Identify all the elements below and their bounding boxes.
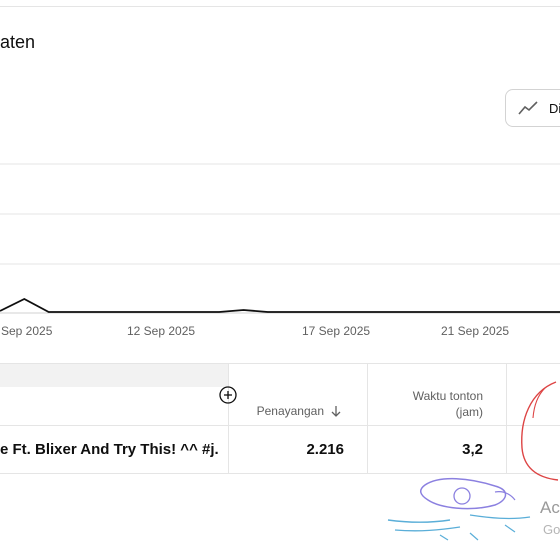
line-chart-icon <box>518 101 538 115</box>
plus-circle-icon[interactable] <box>219 386 237 404</box>
overlay-subtext: Go <box>543 522 560 537</box>
x-tick-label: 17 Sep 2025 <box>302 324 370 338</box>
column-divider <box>367 363 368 473</box>
series-line <box>0 297 560 313</box>
chart-type-label: Di <box>549 101 560 116</box>
views-line-chart: Sep 2025 12 Sep 2025 17 Sep 2025 21 Sep … <box>0 163 560 338</box>
table-title-bar <box>0 363 228 387</box>
x-tick-label: Sep 2025 <box>1 324 53 338</box>
section-title: aten <box>0 32 36 52</box>
column-header-views-label: Penayangan <box>256 404 324 418</box>
column-header-views[interactable]: Penayangan <box>238 403 342 419</box>
video-title[interactable]: e Ft. Blixer And Try This! ^^ #j... <box>0 441 218 458</box>
arrow-down-icon <box>331 406 341 417</box>
top-divider <box>0 6 560 7</box>
scribble-overlay <box>387 381 559 541</box>
column-divider <box>228 363 229 473</box>
chart-type-button[interactable]: Di <box>505 89 560 127</box>
x-tick-label: 12 Sep 2025 <box>127 324 195 338</box>
table-top-border <box>0 363 560 364</box>
overlay-text: Ac <box>540 498 560 517</box>
x-tick-label: 21 Sep 2025 <box>441 324 509 338</box>
views-value: 2.216 <box>306 441 344 458</box>
